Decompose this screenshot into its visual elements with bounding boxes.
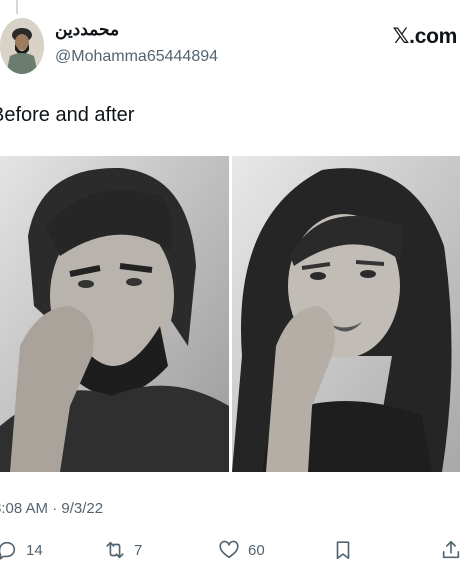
- avatar-image: [0, 18, 44, 74]
- repost-button[interactable]: 7: [104, 536, 142, 564]
- x-logo[interactable]: 𝕏.com: [392, 24, 458, 49]
- repost-icon: [106, 541, 124, 559]
- reply-icon: [0, 541, 16, 560]
- tweet-timestamp[interactable]: 8:08 AM · 9/3/22: [0, 500, 103, 517]
- tweet-media[interactable]: [0, 156, 460, 472]
- repost-count: 7: [134, 541, 143, 559]
- like-count: 60: [248, 541, 265, 559]
- bearded-man-portrait-icon: [0, 156, 229, 472]
- before-photo[interactable]: [0, 156, 229, 472]
- like-button[interactable]: 60: [218, 536, 265, 564]
- author-handle[interactable]: @Mohamma65444894: [55, 48, 218, 66]
- share-icon: [442, 540, 460, 559]
- heart-icon: [219, 540, 239, 559]
- after-photo[interactable]: [232, 156, 460, 472]
- bookmark-button[interactable]: [332, 536, 354, 564]
- avatar[interactable]: [0, 18, 44, 74]
- reply-count: 14: [26, 541, 43, 559]
- share-button[interactable]: [440, 536, 460, 564]
- reply-button[interactable]: 14: [0, 536, 43, 564]
- bookmark-icon: [336, 541, 350, 560]
- x-brand-icon: 𝕏: [392, 24, 410, 48]
- thread-connector-line: [16, 0, 18, 14]
- brand-suffix: .com: [409, 25, 457, 48]
- tweet-text: Before and after: [0, 104, 135, 126]
- author-display-name[interactable]: محمددين: [55, 20, 119, 40]
- action-bar: 14 7 60: [0, 536, 460, 564]
- woman-portrait-icon: [232, 156, 460, 472]
